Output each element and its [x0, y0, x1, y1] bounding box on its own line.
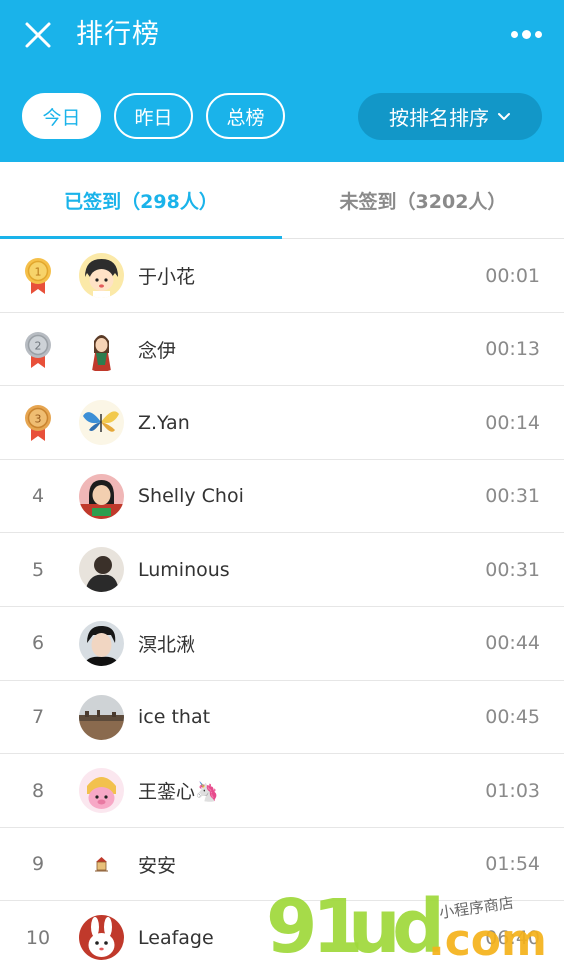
avatar[interactable]: [79, 400, 124, 446]
list-item[interactable]: 4 Shelly Choi 00:31: [0, 460, 564, 534]
tab-not-signed-in[interactable]: 未签到（3202人）: [282, 162, 564, 238]
sign-in-time: 00:13: [485, 338, 540, 361]
list-item[interactable]: 8 王銮心🦄 01:03: [0, 754, 564, 828]
user-name: Luminous: [138, 558, 230, 581]
rank-number: 7: [31, 706, 45, 729]
header-bar: 排行榜 今日 昨日 总榜 按排名排序: [0, 0, 564, 162]
avatar[interactable]: [79, 473, 124, 519]
avatar[interactable]: [79, 620, 124, 666]
avatar[interactable]: [79, 694, 124, 740]
user-name: 于小花: [138, 266, 196, 288]
sign-in-time: 00:01: [485, 264, 540, 287]
leaderboard-page: 排行榜 今日 昨日 总榜 按排名排序 已签到（298人） 未签到（3202人）: [0, 0, 564, 960]
ranking-list: 1 于小花 00:01 2 念伊 00:13 3 Z.Yan 00:14 4 S…: [0, 239, 564, 960]
list-item[interactable]: 2 念伊 00:13: [0, 313, 564, 387]
silver-medal-icon: 2: [25, 331, 51, 368]
avatar[interactable]: [79, 915, 124, 960]
sign-in-time: 06:40: [485, 926, 540, 949]
medal-number: 1: [35, 266, 42, 279]
sign-in-time: 00:14: [485, 411, 540, 434]
sign-in-time: 01:03: [485, 779, 540, 802]
sign-in-time: 00:31: [485, 485, 540, 508]
sign-in-time: 00:31: [485, 558, 540, 581]
more-dot-icon: [510, 30, 518, 38]
filter-yesterday-button[interactable]: 昨日: [114, 93, 193, 139]
sign-in-time: 00:45: [485, 706, 540, 729]
rank-number: 9: [31, 853, 45, 876]
filter-today-button[interactable]: 今日: [22, 93, 101, 139]
tab-signed-in[interactable]: 已签到（298人）: [0, 162, 282, 238]
close-icon: [25, 22, 51, 48]
avatar[interactable]: [79, 768, 124, 814]
page-title: 排行榜: [76, 19, 160, 50]
list-item[interactable]: 10 Leafage 06:40: [0, 901, 564, 960]
more-options-button[interactable]: [508, 24, 544, 44]
more-dot-icon: [534, 30, 542, 38]
sign-in-time: 00:44: [485, 632, 540, 655]
sort-dropdown[interactable]: 按排名排序: [358, 93, 542, 140]
list-item[interactable]: 9 安安 01:54: [0, 828, 564, 902]
user-name: 念伊: [138, 339, 177, 362]
list-item[interactable]: 7 ice that 00:45: [0, 681, 564, 755]
medal-number: 2: [35, 339, 42, 352]
list-item[interactable]: 6 溟北湫 00:44: [0, 607, 564, 681]
user-name: 安安: [138, 854, 177, 877]
tab-bar: 已签到（298人） 未签到（3202人）: [0, 162, 564, 239]
user-name: Shelly Choi: [138, 485, 244, 508]
chevron-down-icon: [498, 112, 510, 120]
more-dot-icon: [521, 29, 531, 39]
list-item[interactable]: 1 于小花 00:01: [0, 239, 564, 313]
sort-label: 按排名排序: [389, 106, 489, 130]
sign-in-time: 01:54: [485, 853, 540, 876]
list-item[interactable]: 5 Luminous 00:31: [0, 533, 564, 607]
user-name: 溟北湫: [138, 633, 196, 656]
user-name: 王銮心🦄: [138, 781, 219, 804]
close-button[interactable]: [20, 17, 56, 53]
user-name: Leafage: [138, 926, 214, 949]
rank-number: 5: [31, 558, 45, 581]
list-item[interactable]: 3 Z.Yan 00:14: [0, 386, 564, 460]
rank-number: 4: [31, 485, 45, 508]
rank-number: 8: [31, 779, 45, 802]
user-name: ice that: [138, 706, 211, 729]
user-name: Z.Yan: [138, 411, 190, 434]
filter-total-button[interactable]: 总榜: [206, 93, 285, 139]
avatar[interactable]: [79, 841, 124, 887]
gold-medal-icon: 1: [25, 258, 51, 294]
rank-number: 6: [31, 632, 45, 655]
avatar[interactable]: [79, 547, 124, 593]
medal-number: 3: [35, 413, 42, 426]
rank-number: 10: [25, 926, 51, 949]
bronze-medal-icon: 3: [25, 405, 51, 442]
avatar[interactable]: [79, 253, 124, 298]
avatar[interactable]: [79, 326, 124, 372]
